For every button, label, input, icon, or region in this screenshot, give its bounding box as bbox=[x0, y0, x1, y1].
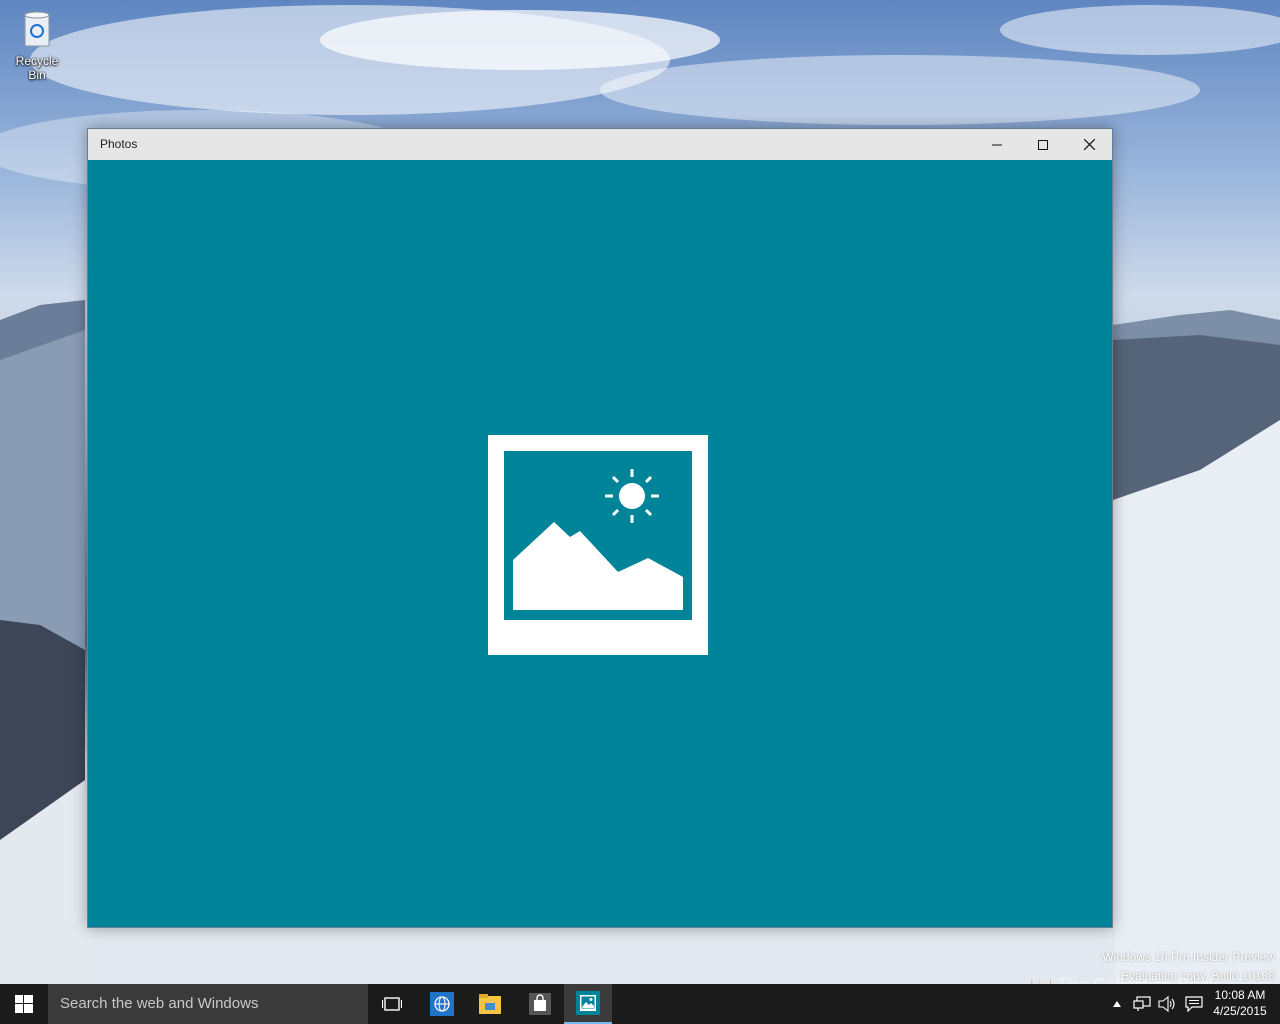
search-placeholder: Search the web and Windows bbox=[60, 995, 259, 1012]
file-explorer-button[interactable] bbox=[466, 984, 514, 1024]
start-button[interactable] bbox=[0, 984, 48, 1024]
folder-icon bbox=[479, 994, 501, 1014]
windows-logo-icon bbox=[15, 995, 33, 1013]
store-icon bbox=[529, 993, 551, 1015]
photos-splash-content bbox=[88, 160, 1112, 927]
clock-time: 10:08 AM bbox=[1214, 988, 1266, 1002]
volume-icon bbox=[1158, 996, 1175, 1012]
recycle-bin-shortcut[interactable]: Recycle Bin bbox=[6, 8, 68, 82]
network-icon bbox=[1133, 996, 1151, 1011]
chevron-up-icon bbox=[1113, 1001, 1121, 1007]
action-center-icon bbox=[1185, 996, 1203, 1012]
minimize-button[interactable] bbox=[974, 129, 1020, 160]
action-center-button[interactable] bbox=[1182, 984, 1206, 1024]
search-box[interactable]: Search the web and Windows bbox=[48, 984, 368, 1024]
globe-icon bbox=[430, 992, 454, 1016]
recycle-bin-icon bbox=[22, 10, 52, 48]
photos-window: Photos bbox=[87, 128, 1113, 928]
internet-explorer-button[interactable] bbox=[418, 984, 466, 1024]
store-button[interactable] bbox=[516, 984, 564, 1024]
watermark-line-1: Windows 10 Pro Insider Preview bbox=[1102, 950, 1275, 964]
maximize-icon bbox=[1038, 139, 1048, 150]
minimize-icon bbox=[992, 144, 1002, 145]
photos-app-icon bbox=[488, 435, 708, 655]
task-view-icon bbox=[382, 997, 402, 1011]
window-titlebar[interactable]: Photos bbox=[88, 129, 1112, 161]
close-button[interactable] bbox=[1066, 129, 1112, 160]
recycle-bin-label: Recycle Bin bbox=[15, 54, 59, 82]
task-view-button[interactable] bbox=[368, 984, 416, 1024]
volume-button[interactable] bbox=[1156, 984, 1178, 1024]
taskbar-clock[interactable]: 10:08 AM 4/25/2015 bbox=[1210, 987, 1270, 1019]
close-icon bbox=[1083, 139, 1095, 150]
clock-date: 4/25/2015 bbox=[1213, 1004, 1267, 1018]
show-hidden-icons-button[interactable] bbox=[1110, 984, 1124, 1024]
maximize-button[interactable] bbox=[1020, 129, 1066, 160]
network-button[interactable] bbox=[1130, 984, 1154, 1024]
photos-taskbar-button[interactable] bbox=[564, 984, 612, 1024]
taskbar: Search the web and Windows 10:08 AM 4/25… bbox=[0, 984, 1280, 1024]
photos-icon bbox=[576, 991, 600, 1015]
window-title: Photos bbox=[100, 137, 138, 151]
